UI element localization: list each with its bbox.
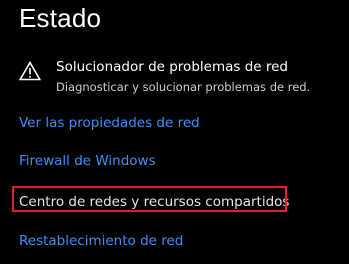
network-properties-link[interactable]: Ver las propiedades de red (19, 115, 200, 131)
warning-triangle-icon (19, 61, 41, 81)
network-status-page: Estado Solucionador de problemas de red … (0, 0, 349, 264)
network-reset-link[interactable]: Restablecimiento de red (19, 233, 183, 249)
network-troubleshooter-item[interactable]: Solucionador de problemas de red Diagnos… (19, 59, 344, 99)
troubleshooter-title: Solucionador de problemas de red (56, 59, 288, 75)
network-sharing-center-link[interactable]: Centro de redes y recursos compartidos (19, 194, 289, 210)
troubleshooter-subtitle: Diagnosticar y solucionar problemas de r… (56, 80, 311, 94)
windows-firewall-link[interactable]: Firewall de Windows (19, 153, 156, 169)
page-title: Estado (19, 3, 102, 33)
